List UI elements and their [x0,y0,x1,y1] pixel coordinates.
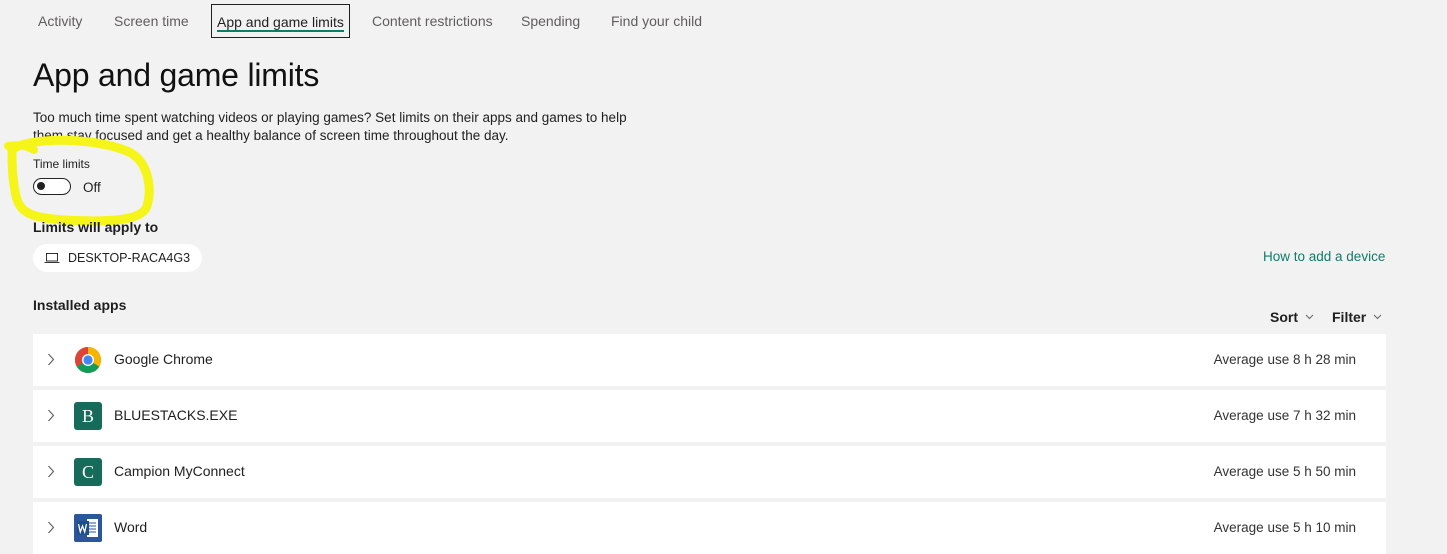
toggle-knob [37,182,45,190]
app-name: BLUESTACKS.EXE [114,407,238,423]
tab-spending[interactable]: Spending [521,4,580,38]
app-name: Word [114,519,148,535]
average-use: Average use 5 h 50 min [1213,464,1356,479]
filter-button[interactable]: Filter [1332,309,1382,325]
yellow-highlight-annotation [4,135,154,226]
letter-c-icon: C [74,458,102,486]
app-name: Google Chrome [114,351,213,367]
chevron-right-icon[interactable] [47,521,55,539]
page-title: App and game limits [33,57,320,93]
app-name: Campion MyConnect [114,463,245,479]
active-tab-indicator [217,30,344,32]
tab-app-and-game-limits[interactable]: App and game limits [211,4,350,38]
limits-apply-label: Limits will apply to [33,219,159,235]
word-icon [74,514,102,542]
average-use: Average use 7 h 32 min [1213,408,1356,423]
chrome-icon [74,346,102,374]
letter-b-icon: B [74,402,102,430]
chevron-right-icon[interactable] [47,409,55,427]
laptop-icon [44,252,60,264]
app-row-campion-myconnect[interactable]: C Campion MyConnect Average use 5 h 50 m… [33,446,1386,498]
chevron-down-icon [1373,314,1382,320]
chevron-right-icon[interactable] [47,353,55,371]
app-row-word[interactable]: Word Average use 5 h 10 min [33,502,1386,554]
average-use: Average use 5 h 10 min [1213,520,1356,535]
tab-screen-time[interactable]: Screen time [114,4,189,38]
description-line-1: Too much time spent watching videos or p… [33,110,627,125]
tab-find-your-child[interactable]: Find your child [611,4,702,38]
how-to-add-device-link[interactable]: How to add a device [1263,249,1385,264]
chevron-down-icon [1305,314,1314,320]
app-row-google-chrome[interactable]: Google Chrome Average use 8 h 28 min [33,334,1386,386]
time-limits-toggle[interactable] [33,178,71,195]
device-name: DESKTOP-RACA4G3 [68,251,191,265]
device-chip[interactable]: DESKTOP-RACA4G3 [33,244,203,272]
installed-apps-heading: Installed apps [33,297,127,313]
filter-label: Filter [1332,309,1367,325]
time-limits-label: Time limits [33,157,90,171]
average-use: Average use 8 h 28 min [1213,352,1356,367]
chevron-right-icon[interactable] [47,465,55,483]
tab-content-restrictions[interactable]: Content restrictions [372,4,493,38]
sort-label: Sort [1270,309,1298,325]
top-nav: Activity Screen time App and game limits… [0,0,1447,44]
tab-app-and-game-limits-label: App and game limits [217,14,344,30]
app-row-bluestacks[interactable]: B BLUESTACKS.EXE Average use 7 h 32 min [33,390,1386,442]
time-limits-state: Off [83,180,101,195]
sort-button[interactable]: Sort [1270,309,1314,325]
tab-activity[interactable]: Activity [38,4,82,38]
